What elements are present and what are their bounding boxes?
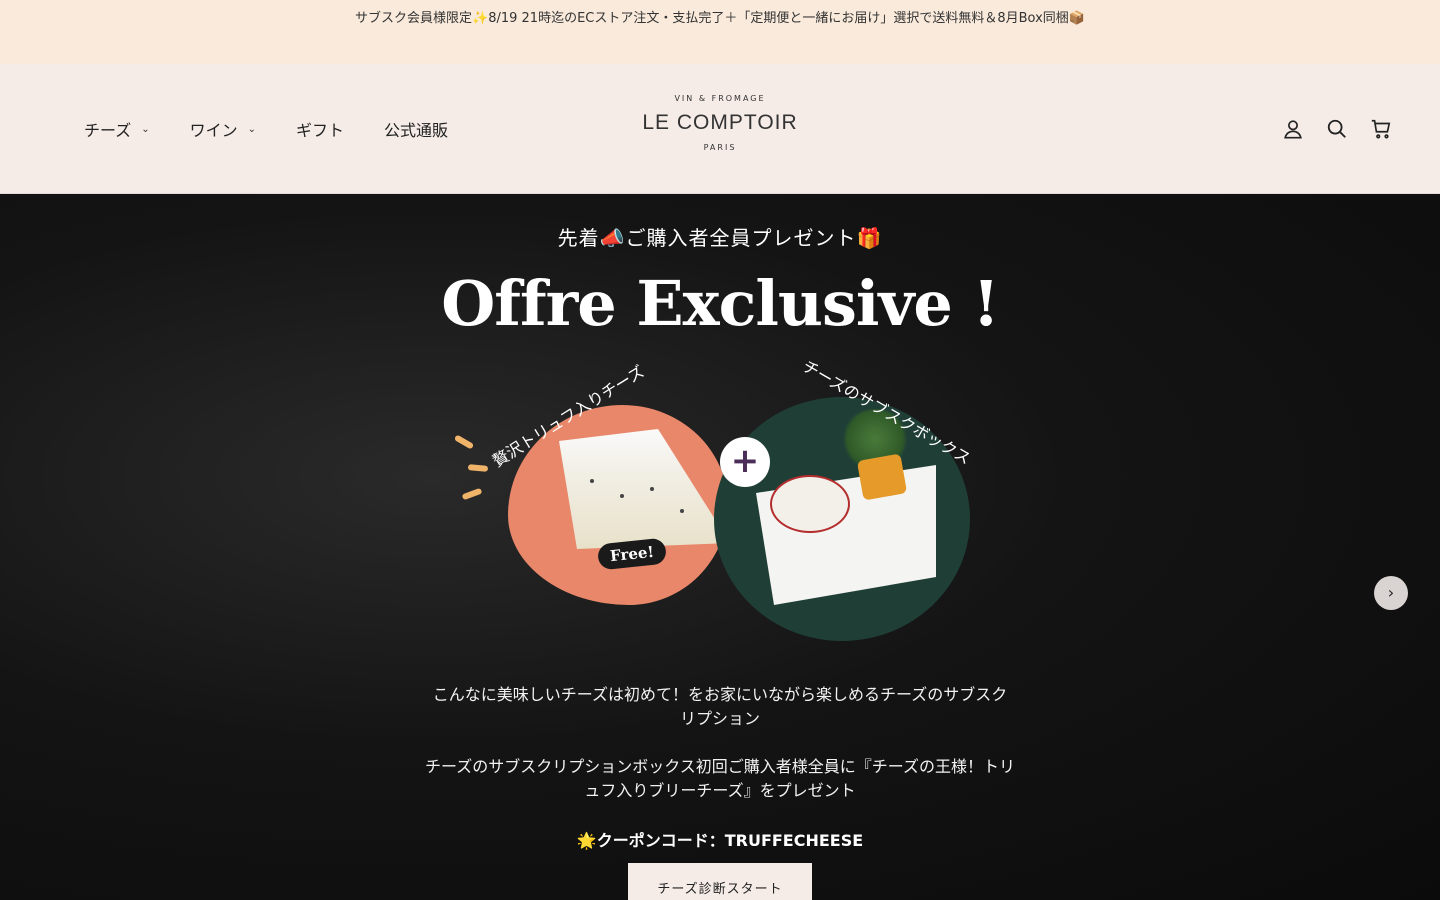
burst-mark	[467, 464, 489, 472]
hero-kicker: 先着📣ご購入者全員プレゼント🎁	[557, 226, 883, 250]
coupon-code: 🌟クーポンコード：TRUFFECHEESE	[576, 831, 864, 850]
hero-illustration: Free! + 贅沢トリュフ入りチーズ チーズのサブスクボックス	[440, 356, 1000, 659]
hero-description: こんなに美味しいチーズは初めて！をお家にいながら楽しめるチーズのサブスクリプショ…	[425, 683, 1015, 803]
nav-item-wine[interactable]: ワイン ⌄	[190, 117, 256, 141]
burst-mark	[453, 434, 475, 450]
nav-item-official-store[interactable]: 公式通販	[384, 117, 448, 141]
account-icon[interactable]	[1282, 118, 1304, 140]
hero-description-1: こんなに美味しいチーズは初めて！をお家にいながら楽しめるチーズのサブスクリプショ…	[432, 685, 1008, 728]
search-icon[interactable]	[1326, 118, 1348, 140]
site-header: チーズ ⌄ ワイン ⌄ ギフト 公式通販 VIN & FROMAGE LE CO…	[0, 64, 1440, 194]
hero-title: Offre Exclusive !	[441, 267, 999, 340]
brand-logo[interactable]: VIN & FROMAGE LE COMPTOIR PARIS	[620, 92, 820, 152]
nav-item-gift[interactable]: ギフト	[296, 117, 344, 141]
main-nav: チーズ ⌄ ワイン ⌄ ギフト 公式通販	[84, 64, 488, 194]
hero-description-2: チーズのサブスクリプションボックス初回ご購入者様全員に『チーズの王様！トリュフ入…	[425, 757, 1015, 800]
slider-next-button[interactable]: ›	[1374, 576, 1408, 610]
chevron-down-icon: ⌄	[247, 123, 256, 135]
announcement-bar: サブスク会員様限定✨8/19 21時迄のECストア注文・支払完了＋「定期便と一緒…	[0, 0, 1440, 64]
chevron-down-icon: ⌄	[141, 123, 150, 135]
hero-banner: 先着📣ご購入者全員プレゼント🎁 Offre Exclusive ! Free! …	[0, 194, 1440, 900]
nav-item-cheese[interactable]: チーズ ⌄	[84, 117, 150, 141]
cheese-quiz-start-button[interactable]: チーズ診断スタート ＞	[628, 863, 812, 900]
cart-icon[interactable]	[1370, 118, 1392, 140]
nav-item-label: ギフト	[296, 121, 345, 140]
truffle-speck	[590, 479, 594, 483]
logo-tagline: VIN & FROMAGE	[674, 94, 766, 103]
header-icons	[1282, 118, 1392, 140]
truffle-speck	[650, 487, 654, 491]
truffle-speck	[680, 509, 684, 513]
announcement-text: サブスク会員様限定✨8/19 21時迄のECストア注文・支払完了＋「定期便と一緒…	[355, 11, 1085, 26]
nav-item-label: 公式通販	[384, 121, 449, 140]
mimolette-image	[856, 453, 908, 501]
burst-mark	[461, 487, 483, 501]
logo-city: PARIS	[703, 143, 737, 152]
truffle-speck	[620, 494, 624, 498]
camembert-image	[770, 475, 850, 533]
logo-name: LE COMPTOIR	[642, 111, 798, 134]
plus-icon: +	[720, 437, 770, 487]
nav-item-label: チーズ	[84, 121, 132, 140]
nav-item-label: ワイン	[189, 121, 238, 140]
